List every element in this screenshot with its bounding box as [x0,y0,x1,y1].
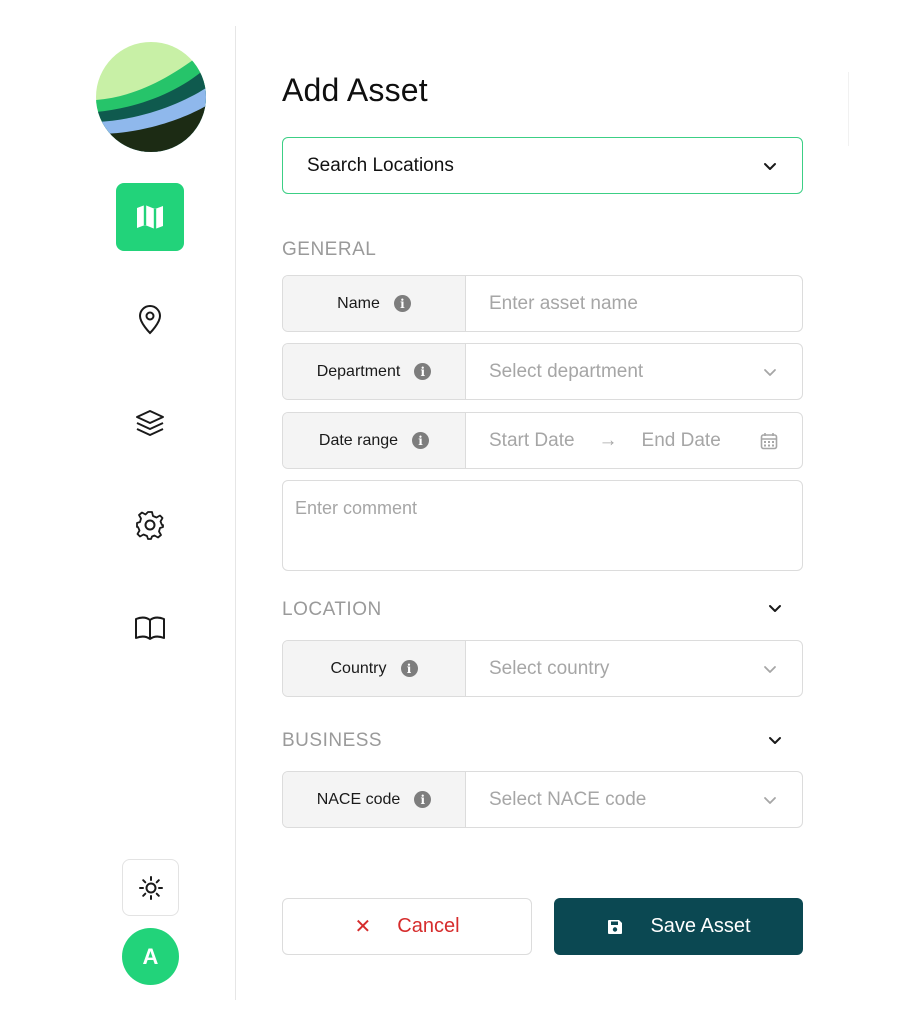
calendar-icon[interactable] [760,432,778,450]
nace-label: NACE code [316,790,401,808]
nav-locations-button[interactable] [116,286,184,354]
date-range-picker[interactable]: Start Date → End Date [466,413,802,468]
sidebar-divider [235,26,236,1000]
department-row: Department i Select department [282,343,803,400]
app-logo[interactable] [96,42,206,152]
panel-edge [848,72,849,146]
date-range-label: Date range [318,431,399,449]
section-location-label: LOCATION [282,599,382,620]
nav-map-button[interactable] [116,183,184,251]
arrow-right-icon: → [598,429,618,451]
chevron-down-icon [764,796,776,804]
name-label: Name [337,294,380,312]
name-input[interactable]: Enter asset name [466,276,802,331]
sidebar: A [0,0,236,1000]
comment-placeholder: Enter comment [295,498,418,518]
business-collapse-button[interactable] [762,727,788,753]
sun-icon [138,875,163,900]
cancel-label: Cancel [397,915,460,937]
country-select[interactable]: Select country [466,641,802,696]
search-locations-label: Search Locations [307,154,454,176]
name-placeholder: Enter asset name [489,292,638,314]
location-pin-icon [138,305,162,335]
layers-icon [136,410,164,436]
save-asset-label: Save Asset [650,915,751,937]
section-business-label: BUSINESS [282,730,383,751]
section-general-label: GENERAL [282,239,377,260]
nace-select[interactable]: Select NACE code [466,772,802,827]
map-icon [137,205,163,229]
country-placeholder: Select country [489,657,610,679]
user-avatar[interactable]: A [122,928,179,985]
country-row: Country i Select country [282,640,803,697]
info-icon[interactable]: i [414,791,432,808]
close-icon: ✕ [354,916,372,938]
chevron-down-icon [769,605,781,612]
page-title: Add Asset [282,72,428,108]
nace-row: NACE code i Select NACE code [282,771,803,828]
info-icon[interactable]: i [400,660,418,677]
info-icon[interactable]: i [412,432,430,449]
book-icon [135,616,165,640]
date-range-row: Date range i Start Date → End Date [282,412,803,469]
date-range-label-cell: Date range i [283,413,466,468]
nace-label-cell: NACE code i [283,772,466,827]
gear-icon [136,511,164,540]
department-label: Department [316,362,401,380]
comment-textarea[interactable]: Enter comment [282,480,803,571]
info-icon[interactable]: i [414,363,432,380]
country-label: Country [330,659,387,677]
name-label-cell: Name i [283,276,466,331]
end-date-input[interactable]: End Date [642,430,721,452]
save-asset-button[interactable]: Save Asset [554,898,803,955]
country-label-cell: Country i [283,641,466,696]
chevron-down-icon [764,368,776,376]
location-collapse-button[interactable] [762,595,788,621]
info-icon[interactable]: i [393,295,411,312]
department-select[interactable]: Select department [466,344,802,399]
name-row: Name i Enter asset name [282,275,803,332]
chevron-down-icon [764,665,776,673]
department-label-cell: Department i [283,344,466,399]
nav-settings-button[interactable] [116,491,184,559]
nace-placeholder: Select NACE code [489,788,647,810]
department-placeholder: Select department [489,360,644,382]
save-icon [608,919,623,934]
theme-toggle-button[interactable] [122,859,179,916]
cancel-button[interactable]: ✕ Cancel [282,898,532,955]
search-locations-select[interactable]: Search Locations [282,137,803,194]
nav-layers-button[interactable] [116,389,184,457]
chevron-down-icon [769,737,781,744]
nav-docs-button[interactable] [116,594,184,662]
start-date-input[interactable]: Start Date [489,430,575,452]
chevron-down-icon [764,162,776,170]
